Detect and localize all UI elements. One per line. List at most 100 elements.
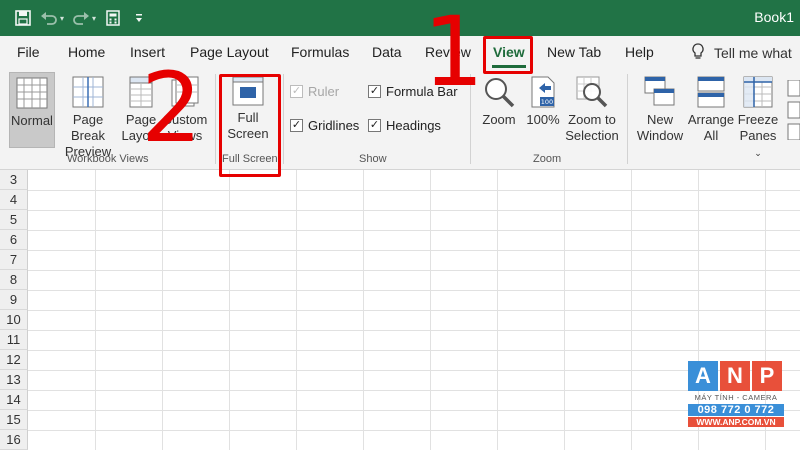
tab-file[interactable]: File — [17, 44, 40, 60]
tab-help[interactable]: Help — [625, 44, 654, 60]
row-header[interactable]: 12 — [0, 350, 28, 370]
arrange-all-icon — [697, 76, 725, 108]
row-header[interactable]: 3 — [0, 170, 28, 190]
tab-home[interactable]: Home — [68, 44, 105, 60]
row-gridline — [28, 190, 800, 191]
split-icon — [787, 79, 800, 141]
row-header[interactable]: 8 — [0, 270, 28, 290]
arrange-all-label-2: All — [703, 128, 719, 143]
ribbon-tabs: File Home Insert Page Layout Formulas Da… — [0, 36, 800, 68]
row-header[interactable]: 16 — [0, 430, 28, 450]
anp-watermark-logo: A N P MÁY TÍNH - CAMERA 098 772 0 772 WW… — [688, 361, 784, 427]
tell-me-text: Tell me what — [714, 45, 792, 61]
gridlines-checkbox[interactable]: ✓ Gridlines — [290, 118, 359, 133]
form-icon[interactable] — [102, 7, 124, 29]
ruler-label: Ruler — [308, 84, 340, 99]
group-label-workbook-views: Workbook Views — [67, 153, 149, 165]
arrange-all-button[interactable]: Arrange All — [686, 72, 736, 148]
row-gridline — [28, 250, 800, 251]
new-window-label-2: Window — [636, 128, 684, 143]
new-window-icon — [644, 76, 675, 106]
group-separator — [283, 74, 284, 164]
row-header[interactable]: 15 — [0, 410, 28, 430]
undo-icon[interactable] — [38, 7, 60, 29]
normal-view-button[interactable]: Normal — [9, 72, 55, 148]
gridlines-label: Gridlines — [308, 118, 360, 133]
chevron-down-icon: ⌄ — [754, 148, 762, 158]
ribbon-view: Normal Page Break Preview Page Layout Cu… — [0, 68, 800, 170]
logo-letters: A N P — [688, 361, 784, 391]
chevron-down-icon[interactable]: ▾ — [60, 14, 64, 23]
logo-subtitle: MÁY TÍNH - CAMERA — [694, 393, 778, 402]
checkmark-icon: ✓ — [368, 85, 381, 98]
zoom-button[interactable]: Zoom — [478, 72, 520, 148]
row-header[interactable]: 6 — [0, 230, 28, 250]
checkmark-icon: ✓ — [290, 85, 303, 98]
row-gridline — [28, 350, 800, 351]
freeze-panes-button[interactable]: Freeze Panes ⌄ — [736, 72, 780, 158]
group-label-show: Show — [359, 153, 387, 165]
redo-icon[interactable] — [70, 7, 92, 29]
annotation-step-2: 2 — [141, 52, 203, 164]
zoom-100-icon: 100 — [531, 76, 555, 108]
annotation-highlight-view-tab — [483, 36, 533, 74]
freeze-panes-label-2: Panes — [739, 128, 777, 143]
page-break-icon — [72, 76, 104, 108]
lightbulb-icon — [692, 43, 704, 63]
row-header[interactable]: 7 — [0, 250, 28, 270]
row-header[interactable]: 11 — [0, 330, 28, 350]
group-label-zoom: Zoom — [533, 153, 562, 165]
customize-qat-icon[interactable] — [128, 7, 150, 29]
tab-new-tab[interactable]: New Tab — [547, 44, 601, 60]
logo-url: WWW.ANP.COM.VN — [688, 417, 784, 427]
normal-view-icon — [16, 77, 48, 109]
zoom-100-badge: 100 — [541, 98, 553, 106]
new-window-label-1: New — [646, 112, 673, 127]
ruler-checkbox[interactable]: ✓ Ruler — [290, 84, 339, 99]
worksheet-grid[interactable]: 3 4 5 6 7 8 9 10 11 12 13 14 15 16 — [0, 170, 800, 450]
page-break-label-1: Page Break — [71, 112, 105, 143]
annotation-step-1: 1 — [423, 0, 485, 108]
chevron-down-icon[interactable]: ▾ — [92, 14, 96, 23]
tab-formulas[interactable]: Formulas — [291, 44, 349, 60]
row-gridline — [28, 230, 800, 231]
group-separator — [627, 74, 628, 164]
row-header[interactable]: 9 — [0, 290, 28, 310]
checkmark-icon: ✓ — [290, 119, 303, 132]
group-separator — [215, 74, 216, 164]
row-gridline — [28, 370, 800, 371]
headings-label: Headings — [386, 118, 441, 133]
zoom-selection-label-1: Zoom to — [568, 112, 616, 127]
new-window-button[interactable]: New Window — [634, 72, 686, 148]
logo-letter: P — [752, 361, 782, 391]
row-gridline — [28, 210, 800, 211]
save-icon[interactable] — [12, 7, 34, 29]
document-title: Book1 — [754, 9, 794, 25]
headings-checkbox[interactable]: ✓ Headings — [368, 118, 441, 133]
normal-view-label: Normal — [11, 113, 53, 128]
zoom-selection-icon — [576, 76, 608, 108]
tab-data[interactable]: Data — [372, 44, 402, 60]
arrange-all-label-1: Arrange — [687, 112, 735, 127]
quick-access-toolbar: ▾ ▾ — [12, 7, 150, 29]
row-header[interactable]: 5 — [0, 210, 28, 230]
zoom-100-label: 100% — [526, 112, 560, 127]
tell-me-box[interactable]: Tell me what — [692, 43, 792, 63]
zoom-to-selection-button[interactable]: Zoom to Selection — [564, 72, 620, 148]
row-header[interactable]: 13 — [0, 370, 28, 390]
magnifier-icon — [485, 78, 515, 108]
row-header[interactable]: 4 — [0, 190, 28, 210]
row-gridline — [28, 290, 800, 291]
row-header[interactable]: 10 — [0, 310, 28, 330]
logo-letter: A — [688, 361, 718, 391]
checkmark-icon: ✓ — [368, 119, 381, 132]
logo-letter: N — [720, 361, 750, 391]
freeze-panes-icon — [743, 76, 773, 108]
row-gridline — [28, 390, 800, 391]
row-header[interactable]: 14 — [0, 390, 28, 410]
page-break-preview-button[interactable]: Page Break Preview — [57, 72, 119, 159]
zoom-label: Zoom — [482, 112, 516, 127]
zoom-100-button[interactable]: 100 100% — [522, 72, 564, 148]
window-more-button[interactable] — [784, 79, 800, 141]
freeze-panes-label-1: Freeze — [737, 112, 779, 127]
